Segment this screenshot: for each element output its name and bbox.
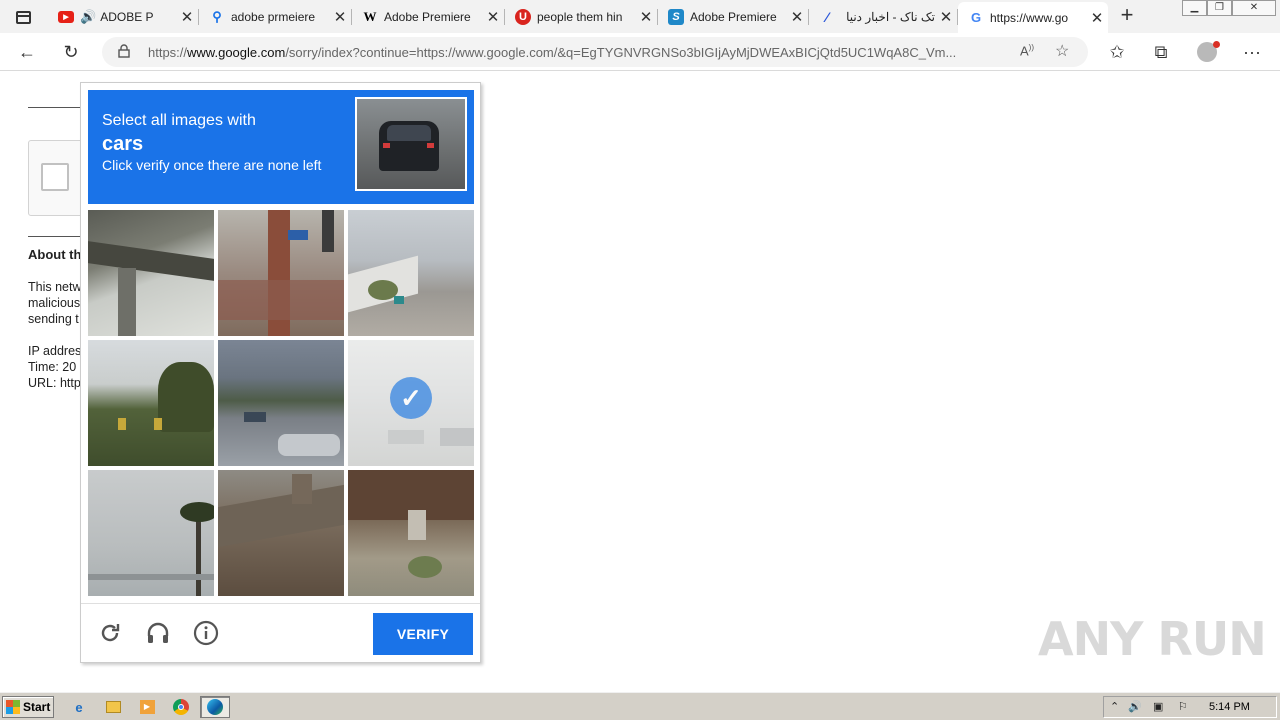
action-center-flag-icon[interactable]: ⚐ (1178, 700, 1188, 713)
captcha-tile-2[interactable] (218, 210, 344, 336)
tab-google-active[interactable]: G https://www.go ✕ (958, 2, 1108, 33)
close-tab-icon[interactable]: ✕ (176, 8, 198, 26)
divider (28, 236, 88, 237)
page-text-line: This netw (28, 280, 82, 294)
prompt-hint: Click verify once there are none left (102, 157, 322, 173)
app-store-icon: S (668, 8, 684, 25)
search-icon: ⚲ (212, 8, 222, 24)
youtube-icon: ▶ (58, 10, 74, 23)
recaptcha-widget[interactable] (28, 140, 88, 216)
browser-toolbar: ← ↻ https://www.google.com/sorry/index?c… (0, 33, 1280, 71)
prompt-target: cars (102, 133, 144, 155)
close-tab-icon[interactable]: ✕ (935, 8, 957, 26)
captcha-tile-3[interactable] (348, 210, 474, 336)
start-label: Start (23, 700, 51, 714)
refresh-icon[interactable]: ↻ (58, 39, 84, 65)
tab-title: adobe prmeiere (231, 9, 316, 24)
back-arrow-icon[interactable]: ← (14, 39, 40, 65)
about-heading: About th (28, 247, 82, 262)
close-window-button[interactable]: ✕ (1232, 0, 1276, 16)
tab-title: people them hin (537, 9, 623, 24)
network-icon[interactable]: ▣ (1153, 700, 1163, 713)
captcha-tile-1[interactable] (88, 210, 214, 336)
address-url[interactable]: https://www.google.com/sorry/index?conti… (148, 45, 1013, 60)
chrome-icon[interactable] (170, 697, 192, 717)
close-tab-icon[interactable]: ✕ (786, 8, 808, 26)
tab-youtube[interactable]: ▶ 🔊 ADOBE P ✕ (48, 2, 199, 31)
wikipedia-icon: W (363, 8, 377, 24)
lock-icon[interactable] (118, 44, 130, 58)
address-bar[interactable]: https://www.google.com/sorry/index?conti… (102, 37, 1088, 67)
page-text-line: IP addres (28, 344, 82, 358)
restore-button[interactable]: ❐ (1207, 0, 1232, 16)
divider (28, 107, 88, 108)
sample-car-image (355, 97, 467, 191)
windows-taskbar: Start e ▶ ⌃ 🔊 ▣ ⚐ 5:14 PM (0, 692, 1280, 720)
windows-flag-icon (6, 700, 20, 714)
reload-challenge-icon[interactable] (95, 618, 125, 648)
feather-icon: ⁄ (825, 8, 829, 25)
captcha-tile-5[interactable] (218, 340, 344, 466)
captcha-tile-8[interactable] (218, 470, 344, 596)
add-favorite-icon[interactable]: ☆ (1055, 41, 1069, 61)
new-tab-button[interactable]: + (1116, 4, 1138, 28)
edge-taskbar-button[interactable] (200, 696, 230, 718)
ublock-icon: U (515, 8, 531, 25)
close-tab-icon[interactable]: ✕ (482, 8, 504, 26)
start-button[interactable]: Start (2, 696, 54, 718)
selected-check-icon: ✓ (390, 377, 432, 419)
taskbar-clock[interactable]: 5:14 PM (1209, 701, 1250, 713)
captcha-image-grid: ✓ (88, 210, 474, 596)
page-text-line: sending t (28, 312, 79, 326)
captcha-tile-6[interactable]: ✓ (348, 340, 474, 466)
tray-expand-icon[interactable]: ⌃ (1110, 700, 1119, 713)
volume-icon[interactable]: 🔊 (1128, 700, 1142, 713)
recaptcha-checkbox[interactable] (41, 163, 69, 191)
edge-icon (207, 699, 223, 715)
media-player-icon[interactable]: ▶ (136, 697, 158, 717)
tab-ublock[interactable]: U people them hin ✕ (505, 2, 658, 31)
tab-title: تک ناک - اخبار دنیا (846, 9, 935, 24)
prompt-instruction: Select all images with (102, 112, 256, 129)
tab-search[interactable]: ⚲ adobe prmeiere ✕ (199, 2, 352, 31)
close-tab-icon[interactable]: ✕ (1086, 9, 1108, 27)
more-menu-icon[interactable]: ··· (1239, 39, 1265, 65)
captcha-prompt: Select all images with cars Click verify… (88, 90, 474, 204)
speaker-icon[interactable]: 🔊 (80, 9, 96, 25)
tab-app-store[interactable]: S Adobe Premiere ✕ (658, 2, 809, 31)
tab-title: https://www.go (990, 10, 1069, 25)
page-text-line: malicious (28, 296, 81, 310)
verify-button[interactable]: VERIFY (373, 613, 473, 655)
file-explorer-icon[interactable] (102, 697, 124, 717)
tab-title: Adobe Premiere (384, 9, 471, 24)
captcha-footer: VERIFY (81, 603, 480, 663)
favorites-icon[interactable]: ✩ (1104, 39, 1130, 65)
page-text-line: Time: 20 (28, 360, 77, 374)
info-icon[interactable] (191, 618, 221, 648)
captcha-challenge-dialog: Select all images with cars Click verify… (80, 82, 481, 663)
google-icon: G (970, 10, 982, 25)
tab-actions-button[interactable] (8, 6, 38, 28)
tab-strip: ▶ 🔊 ADOBE P ✕ ⚲ adobe prmeiere ✕ W Adobe… (0, 0, 1280, 33)
tab-title: Adobe Premiere (690, 9, 777, 24)
profile-avatar[interactable] (1194, 39, 1220, 65)
minimize-button[interactable]: ▁ (1182, 0, 1207, 16)
anyrun-watermark: ANY RUN (1038, 612, 1267, 666)
tab-news[interactable]: ⁄ تک ناک - اخبار دنیا ✕ (809, 2, 958, 31)
close-tab-icon[interactable]: ✕ (635, 8, 657, 26)
read-aloud-icon[interactable]: A)) (1020, 43, 1034, 58)
collections-icon[interactable]: ⧉ (1148, 39, 1174, 65)
page-text-line: URL: http (28, 376, 81, 390)
captcha-tile-4[interactable] (88, 340, 214, 466)
captcha-tile-9[interactable] (348, 470, 474, 596)
tab-title: ADOBE P (100, 9, 154, 24)
tab-wikipedia[interactable]: W Adobe Premiere ✕ (352, 2, 505, 31)
close-tab-icon[interactable]: ✕ (329, 8, 351, 26)
internet-explorer-icon[interactable]: e (68, 697, 90, 717)
audio-challenge-icon[interactable] (143, 618, 173, 648)
captcha-tile-7[interactable] (88, 470, 214, 596)
